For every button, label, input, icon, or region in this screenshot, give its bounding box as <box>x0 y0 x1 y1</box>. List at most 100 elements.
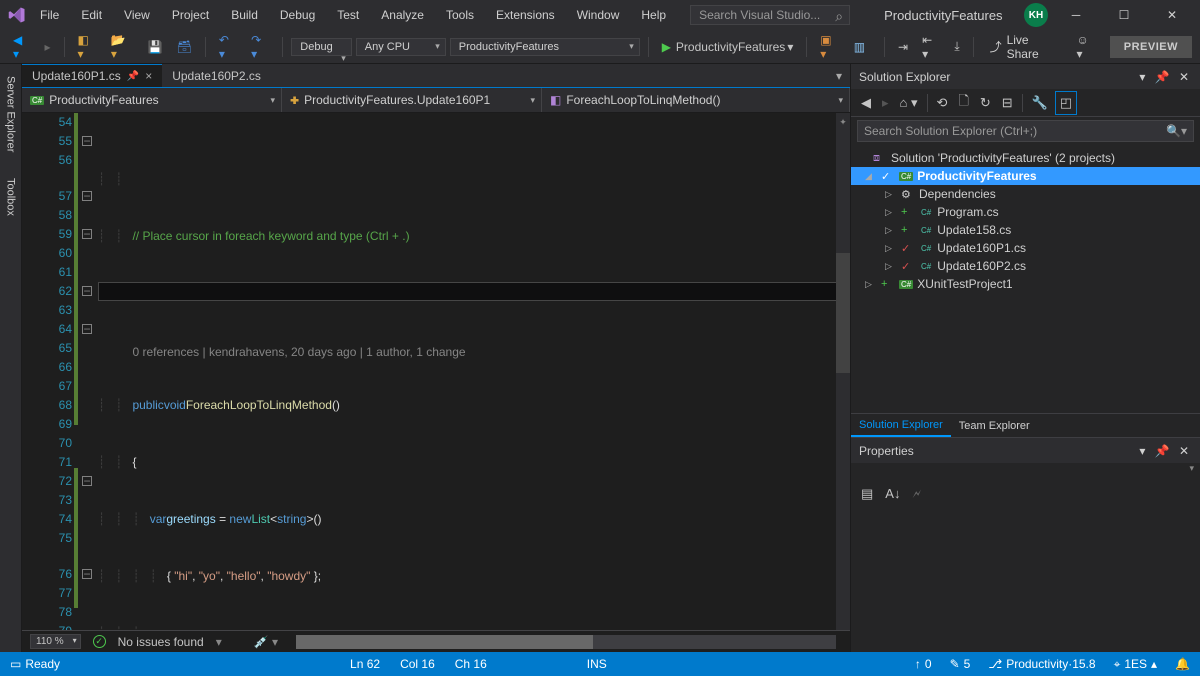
sol-refresh[interactable]: ↻ <box>976 92 995 114</box>
issues-label[interactable]: No issues found <box>118 635 204 649</box>
sol-preview[interactable]: ◰ <box>1055 91 1077 115</box>
step-btn-2[interactable]: ⇤ ▾ <box>917 30 945 64</box>
props-cat-button[interactable]: ▤ <box>857 483 877 505</box>
status-repo[interactable]: ⌖ 1ES ▴ <box>1114 657 1157 672</box>
save-button[interactable]: 💾 <box>143 37 168 57</box>
quick-launch[interactable]: Search Visual Studio... <box>690 5 850 25</box>
props-sort-button[interactable]: A↓ <box>881 483 904 505</box>
close-button[interactable]: ✕ <box>1152 0 1192 30</box>
menu-debug[interactable]: Debug <box>272 4 323 26</box>
panel-controls[interactable]: ▾ 📌 ✕ <box>1139 70 1192 84</box>
tab-label: Update160P2.cs <box>172 69 261 83</box>
sol-showall[interactable]: 🗋 <box>954 89 972 117</box>
config-combo[interactable]: Debug <box>291 38 351 56</box>
vertical-scrollbar[interactable]: ✦ <box>836 113 850 630</box>
git-add-icon: + <box>901 224 915 236</box>
undo-button[interactable]: ↶ ▾ <box>214 30 242 64</box>
code-editor[interactable]: 545556 575859606162636465666768697071727… <box>22 113 850 630</box>
preview-badge[interactable]: PREVIEW <box>1110 36 1192 58</box>
nav-project[interactable]: C#ProductivityFeatures <box>22 88 282 112</box>
solution-search[interactable]: Search Solution Explorer (Ctrl+;) 🔍▾ <box>857 120 1194 142</box>
properties-title: Properties <box>859 444 914 458</box>
live-share-button[interactable]: ⤴Live Share <box>982 30 1068 64</box>
nav-back-button[interactable]: ◀ ▾ <box>8 30 35 64</box>
status-line[interactable]: Ln 62 <box>350 657 380 671</box>
app-title: ProductivityFeatures <box>884 8 1003 23</box>
sol-back[interactable]: ◀ <box>857 92 875 114</box>
nav-class[interactable]: 🞧ProductivityFeatures.Update160P1 <box>282 88 542 112</box>
feedback-button[interactable]: ☺ ▾ <box>1071 30 1101 64</box>
status-changes[interactable]: ✎ 5 <box>950 657 971 671</box>
zoom-combo[interactable]: 110 % <box>30 634 81 649</box>
tab-update160p2[interactable]: Update160P2.cs <box>162 64 271 87</box>
status-ch[interactable]: Ch 16 <box>455 657 487 671</box>
tree-project-1[interactable]: ◢✓C#ProductivityFeatures <box>851 167 1200 185</box>
tab-update160p1[interactable]: Update160P1.cs 📌 × <box>22 64 162 87</box>
panel-controls[interactable]: ▾ 📌 ✕ <box>1139 444 1192 458</box>
startup-combo[interactable]: ProductivityFeatures <box>450 38 640 56</box>
redo-button[interactable]: ↷ ▾ <box>246 30 274 64</box>
menu-window[interactable]: Window <box>569 4 628 26</box>
class-icon: 🞧 <box>290 93 299 108</box>
menu-view[interactable]: View <box>116 4 158 26</box>
menu-help[interactable]: Help <box>633 4 674 26</box>
check-icon: ✓ <box>881 170 895 183</box>
save-all-button[interactable]: 🗃 <box>172 37 197 57</box>
nav-fwd-button[interactable]: ▸ <box>39 37 55 57</box>
sol-sync[interactable]: ⟲ <box>933 92 952 114</box>
menu-test[interactable]: Test <box>329 4 367 26</box>
main-toolbar: ◀ ▾ ▸ ◧ ▾ 📂 ▾ 💾 🗃 ↶ ▾ ↷ ▾ Debug Any CPU … <box>0 30 1200 64</box>
sol-collapse[interactable]: ⊟ <box>998 92 1017 114</box>
status-ins[interactable]: INS <box>587 657 607 671</box>
rail-server-explorer[interactable]: Server Explorer <box>3 70 19 158</box>
tree-solution-root[interactable]: ⧈Solution 'ProductivityFeatures' (2 proj… <box>851 149 1200 167</box>
menu-extensions[interactable]: Extensions <box>488 4 563 26</box>
step-btn-3[interactable]: ⤓ <box>949 36 964 57</box>
status-publish[interactable]: ↑ 0 <box>915 657 932 671</box>
tab-solution-explorer[interactable]: Solution Explorer <box>851 415 951 437</box>
menu-analyze[interactable]: Analyze <box>373 4 432 26</box>
fold-column[interactable]: − − − − − − − <box>82 113 98 630</box>
start-debug-button[interactable]: ▶ProductivityFeatures ▾ <box>657 37 799 57</box>
rail-toolbox[interactable]: Toolbox <box>3 172 19 222</box>
notification-icon[interactable]: 🔔 <box>1175 657 1190 671</box>
tab-team-explorer[interactable]: Team Explorer <box>951 416 1038 436</box>
horizontal-scrollbar[interactable] <box>296 635 836 649</box>
menu-build[interactable]: Build <box>223 4 266 26</box>
open-file-button[interactable]: 📂 ▾ <box>106 30 139 64</box>
sol-prop[interactable]: 🔧 <box>1028 92 1052 114</box>
tree-deps[interactable]: ▷⚙Dependencies <box>851 185 1200 203</box>
tab-overflow-button[interactable]: ▾ <box>828 65 850 87</box>
props-events-button[interactable]: 🗲 <box>908 483 925 505</box>
tree-file-program[interactable]: ▷+C#Program.cs <box>851 203 1200 221</box>
properties-panel: Properties ▾ 📌 ✕ ▾ ▤ A↓ 🗲 <box>851 437 1200 652</box>
maximize-button[interactable]: ☐ <box>1104 0 1144 30</box>
live-share-label: Live Share <box>1007 33 1060 61</box>
menu-project[interactable]: Project <box>164 4 217 26</box>
status-col[interactable]: Col 16 <box>400 657 435 671</box>
status-branch[interactable]: ⎇ Productivity·15.8 <box>988 657 1095 671</box>
tree-project-2[interactable]: ▷+C#XUnitTestProject1 <box>851 275 1200 293</box>
code-content[interactable]: ┊ ┊ ┊ ┊ // Place cursor in foreach keywo… <box>98 113 850 630</box>
menu-edit[interactable]: Edit <box>73 4 110 26</box>
avatar[interactable]: KH <box>1024 3 1048 27</box>
tree-file-160p2[interactable]: ▷✓C#Update160P2.cs <box>851 257 1200 275</box>
sol-home[interactable]: ⌂ ▾ <box>896 92 922 114</box>
minimize-button[interactable]: ─ <box>1056 0 1096 30</box>
menu-file[interactable]: File <box>32 4 67 26</box>
menu-tools[interactable]: Tools <box>438 4 482 26</box>
solution-tree[interactable]: ⧈Solution 'ProductivityFeatures' (2 proj… <box>851 145 1200 413</box>
step-btn-1[interactable]: ⇥ <box>893 37 913 57</box>
pin-icon[interactable]: 📌 <box>127 71 139 82</box>
search-icon: 🔍▾ <box>1166 124 1187 138</box>
nav-method[interactable]: ◧ForeachLoopToLinqMethod() <box>542 88 850 112</box>
tree-file-158[interactable]: ▷+C#Update158.cs <box>851 221 1200 239</box>
platform-combo[interactable]: Any CPU <box>356 38 446 56</box>
new-project-button[interactable]: ◧ ▾ <box>72 30 101 64</box>
tool-btn-2[interactable]: ▥ <box>849 37 870 57</box>
close-icon[interactable]: × <box>145 69 152 83</box>
tree-file-160p1[interactable]: ▷✓C#Update160P1.cs <box>851 239 1200 257</box>
left-tool-rail: Server Explorer Toolbox <box>0 64 22 652</box>
codelens-1[interactable]: 0 references | kendrahavens, 20 days ago… <box>132 345 465 359</box>
tool-btn-1[interactable]: ▣ ▾ <box>815 30 844 64</box>
